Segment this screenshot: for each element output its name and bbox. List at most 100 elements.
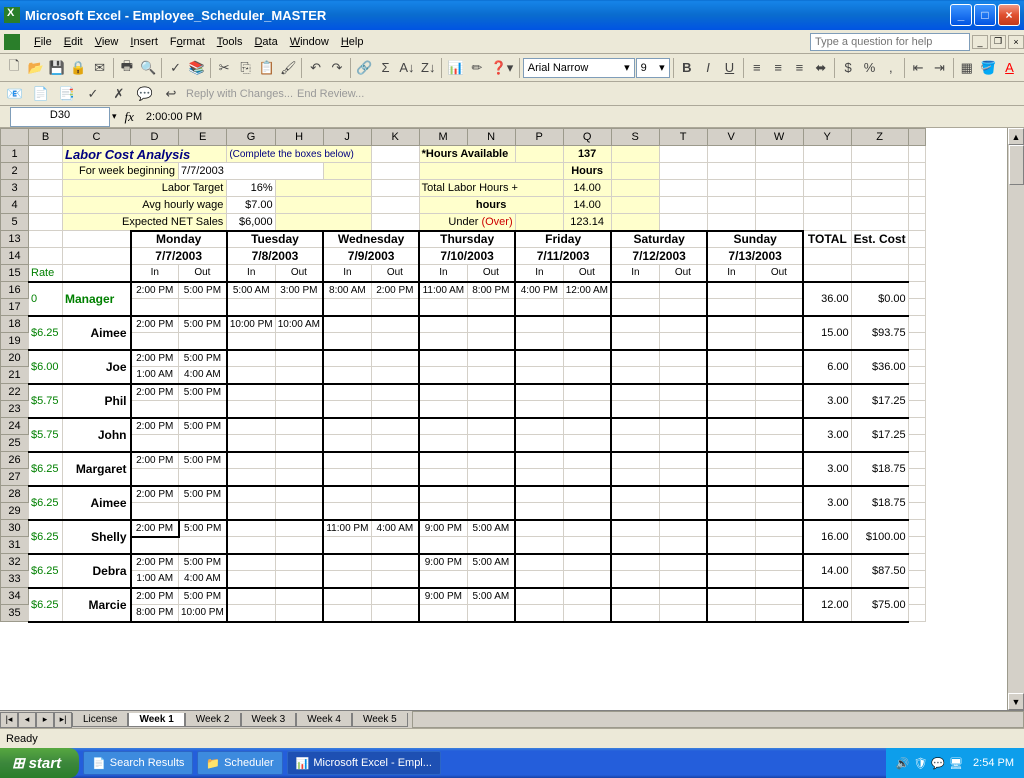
copy-button[interactable]: ⎘ [235, 57, 255, 79]
row-header[interactable]: 21 [1, 367, 29, 384]
time-out-cell[interactable] [563, 520, 611, 537]
total-cell[interactable]: 3.00 [803, 486, 851, 520]
row-header[interactable]: 31 [1, 537, 29, 554]
row-header[interactable]: 24 [1, 418, 29, 435]
time-out-cell[interactable] [659, 605, 707, 622]
row-header[interactable]: 13 [1, 231, 29, 248]
row-header[interactable]: 17 [1, 299, 29, 316]
time-out-cell[interactable] [563, 316, 611, 333]
time-in-cell[interactable]: 5:00 AM [227, 282, 275, 299]
time-out-cell[interactable] [659, 503, 707, 520]
time-in-cell[interactable] [227, 571, 275, 588]
bold-button[interactable]: B [677, 57, 697, 79]
row-header[interactable]: 28 [1, 486, 29, 503]
time-out-cell[interactable] [275, 350, 323, 367]
time-in-cell[interactable] [323, 554, 371, 571]
row-header[interactable]: 33 [1, 571, 29, 588]
time-out-cell[interactable] [467, 401, 515, 418]
time-out-cell[interactable] [659, 435, 707, 452]
time-out-cell[interactable] [371, 350, 419, 367]
time-in-cell[interactable] [515, 299, 563, 316]
time-out-cell[interactable] [179, 469, 227, 486]
menu-view[interactable]: View [89, 34, 125, 50]
time-in-cell[interactable] [707, 367, 755, 384]
row-header[interactable]: 22 [1, 384, 29, 401]
time-out-cell[interactable] [755, 571, 803, 588]
expected-sales-input[interactable]: $6,000 [227, 214, 275, 231]
rate-cell[interactable]: $6.25 [29, 452, 63, 486]
time-in-cell[interactable] [707, 503, 755, 520]
time-in-cell[interactable] [419, 503, 467, 520]
time-in-cell[interactable] [611, 520, 659, 537]
row-header[interactable]: 4 [1, 197, 29, 214]
time-out-cell[interactable] [659, 367, 707, 384]
worksheet[interactable]: B C D E G H J K M N P Q S T V W Y Z 1 La… [0, 128, 1024, 710]
time-in-cell[interactable] [227, 367, 275, 384]
menu-format[interactable]: Format [164, 34, 211, 50]
menu-data[interactable]: Data [248, 34, 283, 50]
time-out-cell[interactable] [179, 401, 227, 418]
time-out-cell[interactable] [275, 486, 323, 503]
time-out-cell[interactable]: 5:00 PM [179, 520, 227, 537]
print-button[interactable]: 🖶 [117, 57, 137, 79]
time-in-cell[interactable] [611, 435, 659, 452]
menu-edit[interactable]: Edit [58, 34, 89, 50]
time-out-cell[interactable] [371, 418, 419, 435]
time-in-cell[interactable] [611, 418, 659, 435]
time-out-cell[interactable] [275, 503, 323, 520]
time-in-cell[interactable] [323, 316, 371, 333]
help-search-input[interactable] [810, 33, 970, 51]
time-in-cell[interactable] [707, 452, 755, 469]
employee-name[interactable]: Shelly [63, 520, 131, 554]
time-in-cell[interactable] [515, 486, 563, 503]
time-in-cell[interactable] [515, 384, 563, 401]
time-out-cell[interactable] [275, 367, 323, 384]
sheet-tab[interactable]: Week 2 [185, 713, 241, 727]
time-out-cell[interactable] [755, 384, 803, 401]
time-in-cell[interactable] [515, 503, 563, 520]
time-out-cell[interactable] [755, 418, 803, 435]
col-header[interactable]: Z [851, 129, 908, 146]
increase-indent-button[interactable]: ⇥ [929, 57, 949, 79]
time-in-cell[interactable]: 2:00 PM [131, 520, 179, 537]
time-out-cell[interactable] [659, 350, 707, 367]
total-cell[interactable]: 15.00 [803, 316, 851, 350]
row-header[interactable]: 30 [1, 520, 29, 537]
time-in-cell[interactable] [515, 418, 563, 435]
time-out-cell[interactable]: 5:00 PM [179, 350, 227, 367]
time-out-cell[interactable] [371, 299, 419, 316]
col-header[interactable]: B [29, 129, 63, 146]
time-in-cell[interactable] [419, 435, 467, 452]
employee-name[interactable]: Aimee [63, 486, 131, 520]
time-out-cell[interactable]: 5:00 PM [179, 486, 227, 503]
doc-close-button[interactable]: × [1008, 35, 1024, 49]
time-out-cell[interactable] [371, 537, 419, 554]
time-out-cell[interactable] [371, 316, 419, 333]
time-in-cell[interactable]: 8:00 PM [131, 605, 179, 622]
time-out-cell[interactable] [467, 486, 515, 503]
time-in-cell[interactable] [611, 554, 659, 571]
time-in-cell[interactable] [515, 520, 563, 537]
comma-button[interactable]: , [881, 57, 901, 79]
time-in-cell[interactable] [515, 401, 563, 418]
minimize-button[interactable]: _ [950, 4, 972, 26]
rate-cell[interactable]: $6.25 [29, 554, 63, 588]
time-in-cell[interactable] [515, 605, 563, 622]
time-in-cell[interactable] [323, 367, 371, 384]
email-button[interactable]: ✉ [89, 57, 109, 79]
italic-button[interactable]: I [698, 57, 718, 79]
time-in-cell[interactable] [323, 605, 371, 622]
time-in-cell[interactable] [707, 571, 755, 588]
time-in-cell[interactable] [419, 333, 467, 350]
menu-help[interactable]: Help [335, 34, 370, 50]
time-in-cell[interactable] [611, 401, 659, 418]
cost-cell[interactable]: $18.75 [851, 452, 908, 486]
time-out-cell[interactable] [563, 469, 611, 486]
time-out-cell[interactable] [563, 418, 611, 435]
spelling-button[interactable]: ✓ [165, 57, 185, 79]
time-out-cell[interactable] [275, 605, 323, 622]
time-out-cell[interactable]: 12:00 AM [563, 282, 611, 299]
avg-wage-input[interactable]: $7.00 [227, 197, 275, 214]
time-out-cell[interactable] [179, 333, 227, 350]
decrease-indent-button[interactable]: ⇤ [908, 57, 928, 79]
